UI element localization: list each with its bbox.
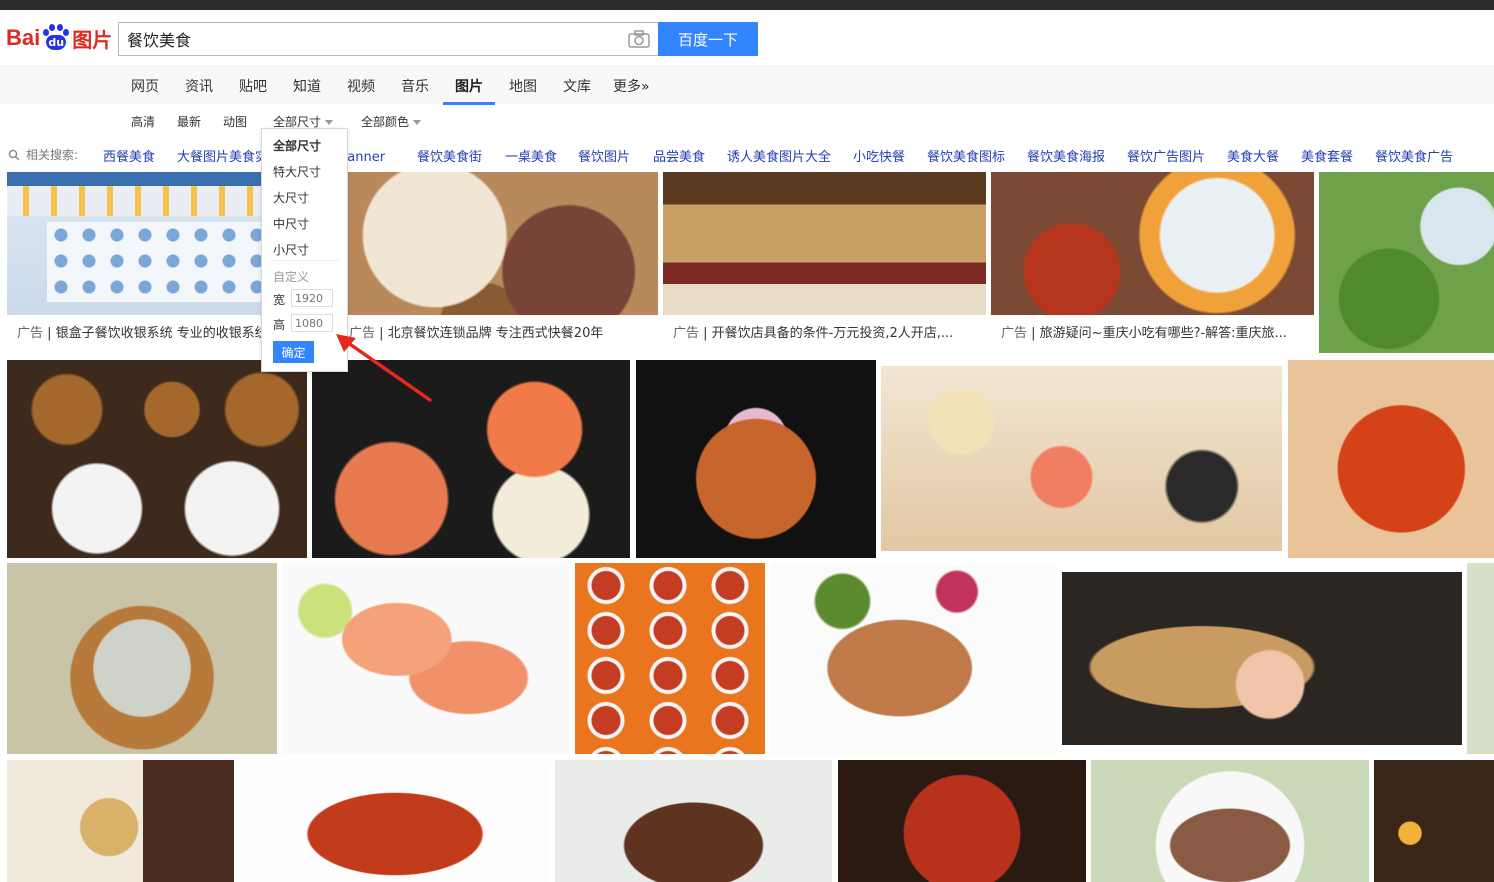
filter-bar: 高清 最新 动图 全部尺寸 全部颜色	[0, 104, 1494, 138]
tab-zhidao[interactable]: 知道	[293, 76, 321, 96]
custom-size-label: 自定义	[273, 270, 310, 284]
size-option-medium[interactable]: 中尺寸	[273, 215, 309, 232]
filter-hd[interactable]: 高清	[131, 113, 155, 130]
image-result-ad[interactable]: 广告 | 开餐饮店具备的条件-万元投资,2人开店,...	[663, 172, 986, 353]
filter-animated[interactable]: 动图	[223, 113, 247, 130]
related-link[interactable]: 美食大餐	[1227, 146, 1279, 165]
image-result[interactable]	[282, 563, 569, 754]
size-option-large[interactable]: 大尺寸	[273, 189, 309, 206]
image-result[interactable]	[1467, 563, 1494, 754]
search-button[interactable]: 百度一下	[658, 22, 758, 56]
image-result-ad[interactable]: 广告 | 北京餐饮连锁品牌 专注西式快餐20年	[339, 172, 658, 353]
tab-images[interactable]: 图片	[455, 76, 483, 96]
filter-latest[interactable]: 最新	[177, 113, 201, 130]
image-result-ad[interactable]: 广告 | 旅游疑问~重庆小吃有哪些?-解答:重庆旅...	[991, 172, 1314, 353]
filter-color[interactable]: 全部颜色	[361, 113, 422, 130]
camera-icon[interactable]	[628, 30, 650, 48]
related-link[interactable]: 美食套餐	[1301, 146, 1353, 165]
height-label: 高	[273, 318, 286, 332]
related-label-text: 相关搜索:	[26, 148, 79, 162]
image-result[interactable]	[1319, 172, 1494, 353]
tab-wenku[interactable]: 文库	[563, 76, 591, 96]
ad-tag: 广告	[1001, 326, 1028, 341]
logo-product-text: 图片	[72, 27, 113, 52]
related-searches: 相关搜索: 西餐美食 大餐图片美食实拍 美食banner 餐饮美食街 一桌美食 …	[0, 140, 1494, 168]
chevron-down-icon	[325, 120, 334, 125]
image-result[interactable]	[7, 563, 277, 754]
annotation-arrow-icon	[336, 334, 432, 402]
baidu-image-logo[interactable]: Bai du 图片	[6, 20, 112, 56]
tab-news[interactable]: 资讯	[185, 76, 213, 96]
related-link[interactable]: 餐饮广告图片	[1127, 146, 1205, 165]
related-link[interactable]: 餐饮美食海报	[1027, 146, 1105, 165]
related-link[interactable]: 餐饮图片	[578, 146, 630, 165]
width-label: 宽	[273, 293, 286, 307]
logo-paw-text: du	[46, 35, 67, 50]
ad-tag: 广告	[673, 326, 700, 341]
width-input[interactable]	[291, 289, 333, 307]
search-input[interactable]	[127, 23, 617, 55]
related-link[interactable]: 餐饮美食图标	[927, 146, 1005, 165]
related-label: 相关搜索:	[8, 146, 78, 163]
height-input[interactable]	[291, 314, 333, 332]
tab-music[interactable]: 音乐	[401, 76, 429, 96]
related-link[interactable]: 餐饮美食广告	[1375, 146, 1453, 165]
nav-bar: 网页 资讯 贴吧 知道 视频 音乐 图片 地图 文库 更多»	[0, 66, 1494, 105]
image-result[interactable]	[1062, 572, 1462, 745]
tab-video[interactable]: 视频	[347, 76, 375, 96]
tab-tieba[interactable]: 贴吧	[239, 76, 267, 96]
related-link[interactable]: 诱人美食图片大全	[727, 146, 831, 165]
size-option-xl[interactable]: 特大尺寸	[273, 163, 321, 180]
chevron-down-icon	[413, 120, 422, 125]
filter-size-label: 全部尺寸	[273, 115, 322, 129]
tab-more[interactable]: 更多»	[613, 76, 650, 96]
image-result[interactable]	[575, 563, 765, 754]
image-result[interactable]	[771, 563, 1057, 754]
image-result[interactable]	[1288, 360, 1494, 558]
related-link[interactable]: 餐饮美食街	[417, 146, 482, 165]
logo-brand-text: Bai	[6, 25, 41, 50]
image-result[interactable]	[1374, 760, 1494, 882]
ad-text: 开餐饮店具备的条件-万元投资,2人开店,...	[711, 326, 954, 341]
ad-text: 旅游疑问~重庆小吃有哪些?-解答:重庆旅...	[1039, 326, 1287, 341]
image-result[interactable]	[555, 760, 832, 882]
dropdown-divider	[270, 260, 340, 261]
size-option-all[interactable]: 全部尺寸	[273, 137, 321, 154]
browser-top-bar	[0, 0, 1494, 10]
search-box	[118, 22, 658, 56]
search-icon	[8, 149, 20, 160]
ad-tag: 广告	[17, 326, 44, 341]
filter-color-label: 全部颜色	[361, 115, 410, 129]
size-option-small[interactable]: 小尺寸	[273, 241, 309, 258]
related-link[interactable]: 一桌美食	[505, 146, 557, 165]
related-link[interactable]: 品尝美食	[653, 146, 705, 165]
ad-caption[interactable]: 广告 | 开餐饮店具备的条件-万元投资,2人开店,...	[663, 315, 986, 353]
image-result[interactable]	[881, 366, 1282, 551]
image-result[interactable]	[242, 762, 548, 882]
confirm-size-button[interactable]: 确定	[273, 341, 314, 363]
related-link[interactable]: 西餐美食	[103, 146, 155, 165]
related-link[interactable]: 小吃快餐	[853, 146, 905, 165]
ad-text: 银盒子餐饮收银系统 专业的收银系统	[55, 326, 268, 341]
image-result[interactable]	[1091, 760, 1369, 882]
ad-caption[interactable]: 广告 | 旅游疑问~重庆小吃有哪些?-解答:重庆旅...	[991, 315, 1314, 353]
image-result[interactable]	[838, 760, 1086, 882]
paw-icon: du	[41, 23, 71, 53]
image-result[interactable]	[7, 360, 307, 558]
image-result[interactable]	[636, 360, 876, 558]
tab-map[interactable]: 地图	[509, 76, 537, 96]
image-result[interactable]	[7, 760, 234, 882]
tab-web[interactable]: 网页	[131, 76, 159, 96]
